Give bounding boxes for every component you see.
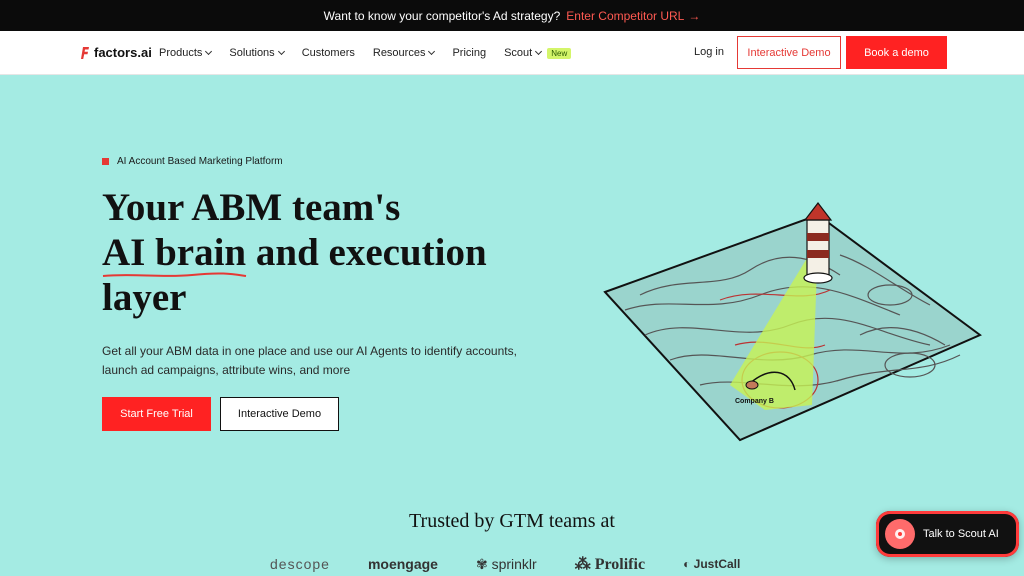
squiggle-underline-icon [102, 272, 247, 277]
red-square-icon [102, 158, 109, 165]
logo-moengage: moengage [367, 556, 438, 572]
brand-logo[interactable]: factors.ai [80, 45, 152, 60]
factors-logo-icon [81, 46, 89, 59]
nav-item-label: Resources [372, 47, 426, 59]
nav-item-resources[interactable]: Resources [372, 47, 436, 59]
book-demo-button[interactable]: Book a demo [846, 36, 947, 69]
chevron-down-icon [535, 47, 543, 56]
logo-justcall: ◐ JustCall [683, 557, 740, 571]
headline-line-1: Your ABM team's [102, 186, 401, 229]
scout-label: Talk to Scout AI [923, 528, 999, 540]
scout-avatar-icon [885, 519, 915, 549]
prolific-mark-icon: ⁂ [574, 556, 595, 573]
logo-justcall-text: JustCall [693, 557, 741, 571]
arrow-right-icon: → [688, 8, 701, 23]
interactive-demo-button[interactable]: Interactive Demo [737, 36, 841, 69]
nav-item-pricing[interactable]: Pricing [452, 47, 486, 59]
start-free-trial-button[interactable]: Start Free Trial [102, 397, 211, 431]
nav-item-scout[interactable]: Scout New [504, 47, 572, 59]
logo-prolific: ⁂ Prolific [575, 554, 645, 574]
headline-line-2: AI brain and execution [102, 230, 542, 277]
headline-highlight: AI brain [102, 231, 247, 274]
top-nav: factors.ai Products Solutions Customers … [0, 31, 1024, 75]
chevron-down-icon [205, 47, 213, 56]
customer-logos: descope moengage ✾ sprinklr ⁂ Prolific ◐… [270, 554, 740, 574]
nav-item-label: Pricing [452, 47, 487, 59]
new-badge: New [547, 47, 572, 59]
logo-descope: descope [270, 556, 330, 572]
nav-item-solutions[interactable]: Solutions [229, 47, 285, 59]
main-menu: Products Solutions Customers Resources P… [159, 31, 572, 75]
talk-to-scout-widget[interactable]: Talk to Scout AI [876, 511, 1019, 557]
underlined-phrase: AI brain [102, 230, 247, 277]
announcement-bar: Want to know your competitor's Ad strate… [0, 0, 1024, 31]
map-label: Company B [735, 398, 774, 405]
nav-item-label: Customers [301, 47, 355, 59]
topographic-map-illustration: Company B [603, 202, 982, 442]
brand-name: factors.ai [94, 45, 152, 60]
hero-eyebrow: AI Account Based Marketing Platform [102, 156, 283, 167]
logo-sprinklr: ✾ sprinklr [476, 556, 537, 573]
sprinklr-mark-icon: ✾ [475, 555, 492, 572]
trusted-title: Trusted by GTM teams at [409, 510, 615, 532]
logo-prolific-text: Prolific [594, 556, 646, 573]
hero-headline: Your ABM team's AI brain and execution l… [102, 185, 542, 320]
nav-item-customers[interactable]: Customers [302, 47, 355, 59]
logo-sprinklr-text: sprinklr [491, 555, 537, 572]
headline-rest: and execution [246, 231, 487, 274]
nav-item-label: Solutions [229, 47, 275, 59]
chevron-down-icon [277, 47, 285, 56]
competitor-url-link[interactable]: Enter Competitor URL → [566, 9, 700, 23]
announcement-text: Want to know your competitor's Ad strate… [323, 8, 561, 23]
hero-description: Get all your ABM data in one place and u… [102, 344, 517, 377]
eyebrow-text: AI Account Based Marketing Platform [117, 156, 283, 167]
chevron-down-icon [428, 47, 436, 56]
justcall-mark-icon: ◐ [683, 557, 694, 571]
login-link[interactable]: Log in [694, 46, 724, 58]
nav-item-label: Scout [504, 47, 533, 59]
nav-item-label: Products [159, 47, 203, 59]
headline-line-3: layer [102, 276, 187, 319]
competitor-url-label: Enter Competitor URL [566, 8, 685, 23]
nav-item-products[interactable]: Products [159, 47, 213, 59]
hero-interactive-demo-button[interactable]: Interactive Demo [220, 397, 339, 431]
